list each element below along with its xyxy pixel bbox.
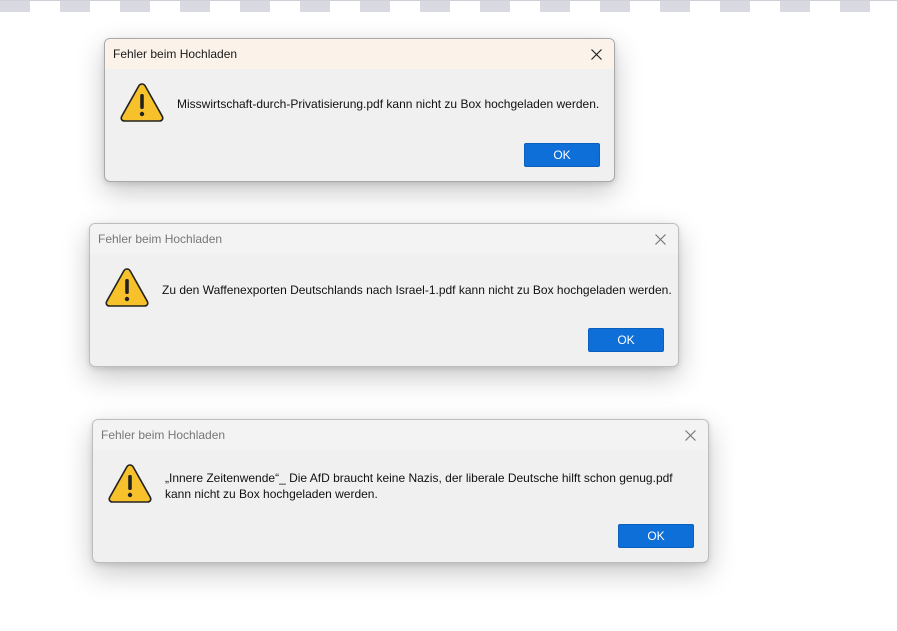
dialog-title: Fehler beim Hochladen	[98, 232, 223, 246]
error-dialog-3: Fehler beim Hochladen „Innere Zeitenwend…	[92, 419, 709, 563]
close-button[interactable]	[648, 227, 672, 251]
background-window-strip	[0, 0, 897, 12]
dialog-body: Zu den Waffenexporten Deutschlands nach …	[90, 254, 678, 326]
dialog-message: „Innere Zeitenwende“_ Die AfD braucht ke…	[165, 470, 673, 502]
message-line: „Innere Zeitenwende“_ Die AfD braucht ke…	[165, 471, 673, 485]
ok-button[interactable]: OK	[524, 143, 600, 167]
message-line: kann nicht zu Box hochgeladen werden.	[165, 487, 378, 501]
dialog-title: Fehler beim Hochladen	[101, 428, 226, 442]
dialog-message: Misswirtschaft-durch-Privatisierung.pdf …	[177, 96, 599, 112]
error-dialog-2: Fehler beim Hochladen Zu den Waffenexpor…	[89, 223, 679, 367]
ok-button[interactable]: OK	[588, 328, 664, 352]
error-dialog-1: Fehler beim Hochladen Misswirtschaft-dur…	[104, 38, 615, 182]
close-button[interactable]	[678, 423, 702, 447]
dialog-titlebar[interactable]: Fehler beim Hochladen	[105, 39, 614, 69]
close-icon	[684, 429, 696, 441]
dialog-body: „Innere Zeitenwende“_ Die AfD braucht ke…	[93, 450, 708, 522]
dialog-message: Zu den Waffenexporten Deutschlands nach …	[162, 282, 672, 298]
message-line: Misswirtschaft-durch-Privatisierung.pdf …	[177, 97, 600, 111]
dialog-title: Fehler beim Hochladen	[113, 47, 238, 61]
dialog-body: Misswirtschaft-durch-Privatisierung.pdf …	[105, 69, 614, 141]
warning-icon	[120, 83, 164, 122]
dialog-titlebar[interactable]: Fehler beim Hochladen	[90, 224, 678, 254]
close-icon	[590, 48, 602, 60]
dialog-titlebar[interactable]: Fehler beim Hochladen	[93, 420, 708, 450]
ok-button[interactable]: OK	[618, 524, 694, 548]
close-icon	[654, 233, 666, 245]
message-line: Zu den Waffenexporten Deutschlands nach …	[162, 283, 672, 297]
close-button[interactable]	[584, 42, 608, 66]
warning-icon	[105, 268, 149, 307]
warning-icon	[108, 464, 152, 503]
